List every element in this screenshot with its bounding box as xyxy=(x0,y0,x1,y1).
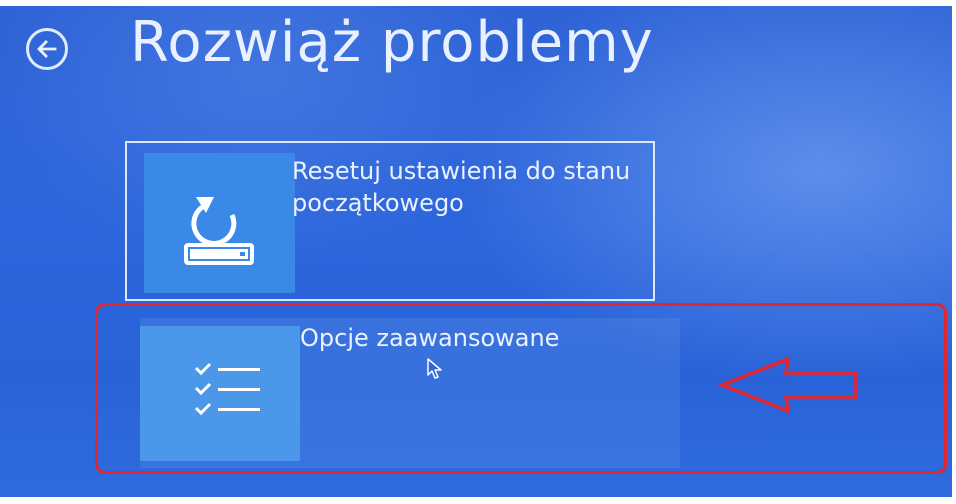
page-title: Rozwiąż problemy xyxy=(130,10,654,75)
reset-pc-option[interactable]: Resetuj ustawienia do stanu początkowego xyxy=(125,141,655,301)
recovery-screen: Rozwiąż problemy Resetuj ustawienia do s… xyxy=(0,0,956,504)
back-button[interactable] xyxy=(26,28,68,70)
back-arrow-icon xyxy=(37,40,57,58)
reset-pc-label: Resetuj ustawienia do stanu początkowego xyxy=(292,157,631,217)
red-left-arrow xyxy=(717,356,858,414)
photo-edge-right xyxy=(952,0,956,504)
photo-edge-bottom xyxy=(0,497,956,504)
photo-edge-top xyxy=(0,0,956,6)
reset-pc-icon xyxy=(184,197,254,265)
reset-pc-icon-box xyxy=(144,153,295,293)
